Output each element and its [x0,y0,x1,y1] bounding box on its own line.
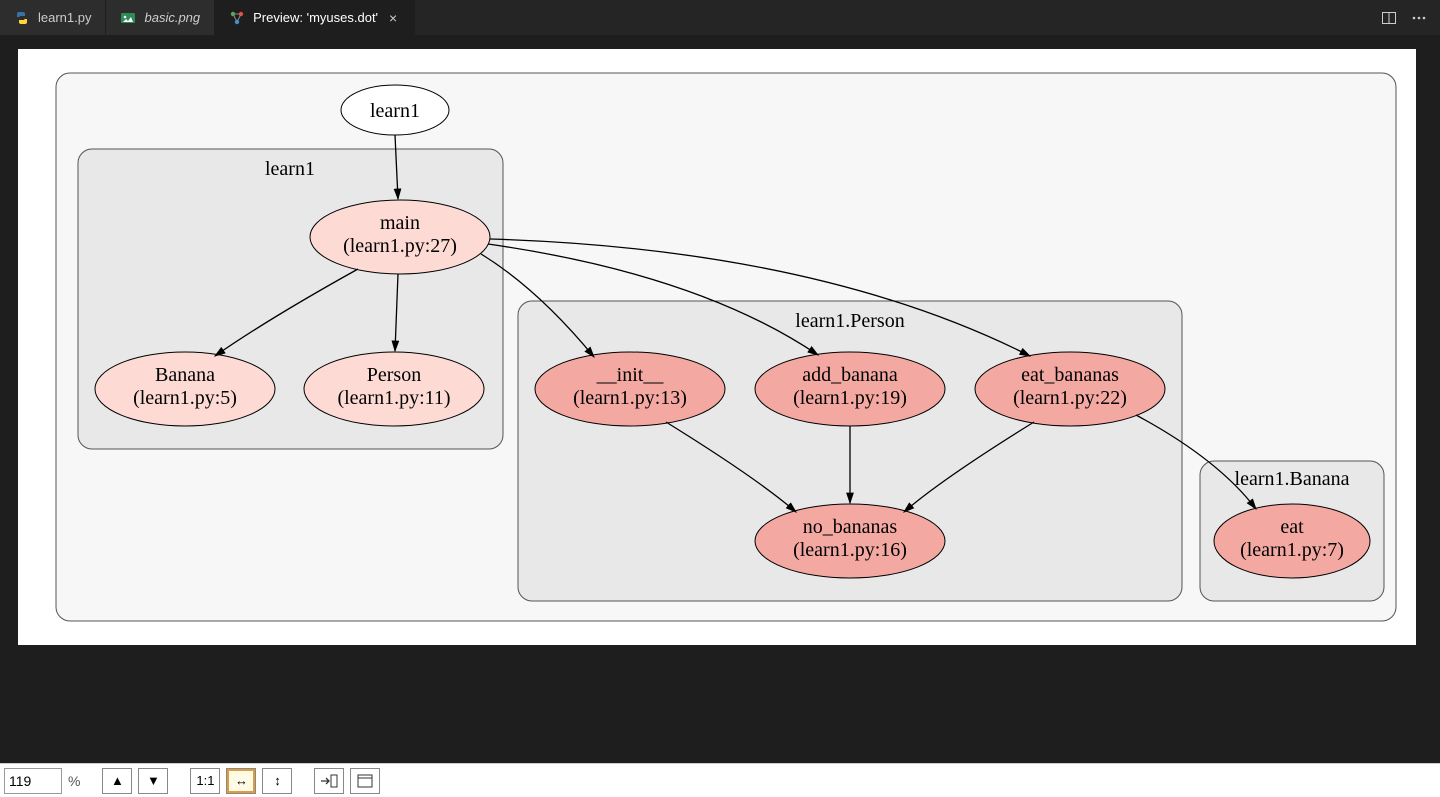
cluster-banana-label: learn1.Banana [1235,468,1350,490]
node-no-bananas-name: no_bananas [803,516,898,538]
zoom-1to1-button[interactable]: 1:1 [190,768,220,794]
node-eat-bananas-name: eat_bananas [1021,364,1119,386]
image-file-icon [120,10,136,26]
preview-toolbar: % ▲ ▼ 1:1 ↔ ↕ [0,763,1440,797]
cluster-person-label: learn1.Person [795,310,904,332]
node-init-loc: (learn1.py:13) [573,387,687,409]
node-main-loc: (learn1.py:27) [343,235,457,257]
zoom-unit: % [68,773,80,789]
split-editor-icon[interactable] [1378,7,1400,29]
node-main-name: main [380,212,420,234]
cluster-learn1-label: learn1 [265,158,315,180]
tabbar-actions [1368,7,1440,29]
node-add-banana-name: add_banana [802,364,898,386]
triangle-up-icon: ▲ [111,773,124,788]
node-person-name: Person [367,364,421,386]
tab-label: learn1.py [38,10,91,25]
tab-basic-png[interactable]: basic.png [106,0,215,35]
node-banana-name: Banana [155,364,215,386]
tab-label: basic.png [144,10,200,25]
zoom-out-button[interactable]: ▼ [138,768,168,794]
call-graph-svg: learn1 learn1 main (learn1.py:27) Banana… [18,49,1416,645]
fit-width-icon: ↔ [235,773,248,788]
open-window-button[interactable] [350,768,380,794]
node-eat-loc: (learn1.py:7) [1240,539,1344,561]
fit-width-button[interactable]: ↔ [226,768,256,794]
node-eat-bananas-loc: (learn1.py:22) [1013,387,1127,409]
editor-content: learn1 learn1 main (learn1.py:27) Banana… [0,35,1440,763]
tab-learn1-py[interactable]: learn1.py [0,0,106,35]
close-icon[interactable]: × [386,11,400,25]
window-icon [357,774,373,788]
export-button[interactable] [314,768,344,794]
fit-height-button[interactable]: ↕ [262,768,292,794]
graphviz-file-icon [229,10,245,26]
node-init-name: __init__ [596,364,665,386]
fit-height-icon: ↕ [274,773,281,788]
graphviz-preview-canvas[interactable]: learn1 learn1 main (learn1.py:27) Banana… [18,49,1416,645]
node-banana-loc: (learn1.py:5) [133,387,237,409]
node-eat-name: eat [1280,516,1304,538]
node-person-loc: (learn1.py:11) [337,387,450,409]
export-icon [320,774,338,788]
one-to-one-label: 1:1 [196,773,214,788]
zoom-in-button[interactable]: ▲ [102,768,132,794]
tab-preview-myuses-dot[interactable]: Preview: 'myuses.dot' × [215,0,415,35]
python-file-icon [14,10,30,26]
node-root-label: learn1 [370,100,420,122]
node-no-bananas-loc: (learn1.py:16) [793,539,907,561]
more-icon[interactable] [1408,7,1430,29]
node-add-banana-loc: (learn1.py:19) [793,387,907,409]
zoom-input[interactable] [4,768,62,794]
triangle-down-icon: ▼ [147,773,160,788]
editor-tabbar: learn1.py basic.png Preview: 'myuses.dot… [0,0,1440,35]
tab-label: Preview: 'myuses.dot' [253,10,378,25]
